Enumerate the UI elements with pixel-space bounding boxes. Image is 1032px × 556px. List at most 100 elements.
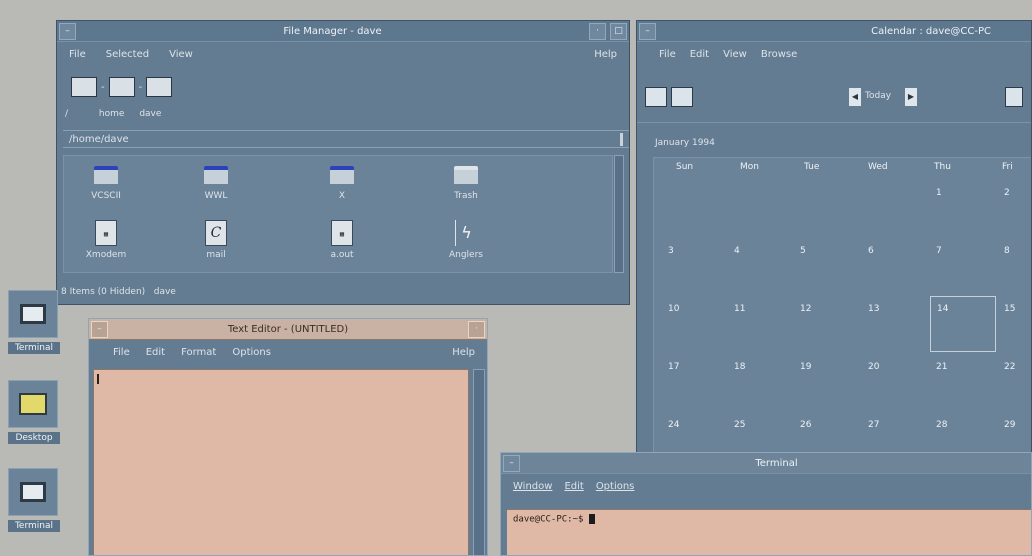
view-icon[interactable] [1005, 87, 1023, 107]
day-cell[interactable]: 28 [936, 420, 947, 430]
day-header-tue: Tue [804, 162, 820, 172]
day-cell[interactable]: 6 [868, 246, 874, 256]
file-item-mail[interactable]: Cmail [176, 220, 256, 260]
window-menu-icon[interactable]: – [639, 22, 656, 40]
window-menu-icon[interactable]: – [59, 22, 76, 40]
day-cell[interactable]: 12 [800, 304, 811, 314]
desktop-icon-desktop[interactable]: Desktop [8, 380, 60, 444]
today-highlight[interactable]: 14 [930, 296, 996, 352]
day-cell[interactable]: 15 [1004, 304, 1015, 314]
file-item-xmodem[interactable]: ▦ Xmodem [66, 220, 146, 260]
window-menu-icon[interactable]: – [503, 454, 520, 472]
today-button[interactable]: Today [865, 91, 891, 101]
window-menu-icon[interactable]: – [91, 320, 108, 338]
file-item-a-out[interactable]: ▦ a.out [302, 220, 382, 260]
menu-edit[interactable]: Edit [690, 49, 709, 60]
terminal-body[interactable]: dave@CC-PC:~$ [507, 509, 1031, 555]
current-path[interactable]: /home/dave [69, 134, 129, 145]
desktop-icon-terminal[interactable]: Terminal [8, 290, 60, 354]
menu-window[interactable]: Window [513, 481, 552, 492]
day-cell[interactable]: 26 [800, 420, 811, 430]
menu-help[interactable]: Help [452, 347, 475, 358]
calendar-menubar: File Edit View Browse [637, 43, 1031, 65]
monitor-icon [20, 304, 46, 324]
home-folder-icon[interactable] [108, 77, 135, 97]
day-cell[interactable]: 4 [734, 246, 740, 256]
file-manager-status: 8 Items (0 Hidden) dave [61, 287, 176, 297]
menu-format[interactable]: Format [181, 347, 216, 358]
desktop-folder-icon [19, 393, 47, 415]
maximize-icon[interactable]: □ [610, 22, 627, 40]
menu-options[interactable]: Options [232, 347, 271, 358]
appointment-icon[interactable] [645, 87, 667, 107]
menu-options[interactable]: Options [596, 481, 635, 492]
prev-arrow-icon[interactable]: ◀ [849, 88, 861, 106]
monitor-icon [20, 482, 46, 502]
root-folder-icon[interactable] [71, 77, 97, 97]
minimize-icon[interactable]: · [589, 22, 606, 40]
day-cell[interactable]: 2 [1004, 188, 1010, 198]
day-cell[interactable]: 17 [668, 362, 679, 372]
file-item-anglers[interactable]: ϟ Anglers [426, 220, 506, 260]
day-cell[interactable]: 29 [1004, 420, 1015, 430]
path-button-dave[interactable]: dave [139, 109, 161, 119]
next-arrow-icon[interactable]: ▶ [905, 88, 917, 106]
day-cell[interactable]: 3 [668, 246, 674, 256]
menu-view[interactable]: View [723, 49, 747, 60]
dave-folder-icon[interactable] [146, 77, 173, 97]
calendar-titlebar[interactable]: – Calendar : dave@CC-PC [637, 21, 1031, 42]
todo-icon[interactable] [671, 87, 693, 107]
day-cell[interactable]: 18 [734, 362, 745, 372]
day-header-sun: Sun [676, 162, 694, 172]
text-editor-titlebar[interactable]: – Text Editor - (UNTITLED) · [89, 319, 487, 340]
day-cell[interactable]: 24 [668, 420, 679, 430]
day-cell[interactable]: 11 [734, 304, 745, 314]
desktop-icon-terminal-2[interactable]: Terminal [8, 468, 60, 532]
file-manager-window: – File Manager - dave · □ File Selected … [56, 20, 630, 305]
file-item-trash[interactable]: Trash [426, 166, 506, 201]
day-cell[interactable]: 13 [868, 304, 879, 314]
executable-icon: ▦ [95, 220, 117, 246]
menu-selected[interactable]: Selected [106, 49, 149, 60]
day-cell[interactable]: 19 [800, 362, 811, 372]
menu-file[interactable]: File [113, 347, 130, 358]
minimize-icon[interactable]: · [468, 320, 485, 338]
file-item-vcscii[interactable]: VCSCII [66, 166, 146, 201]
menu-view[interactable]: View [169, 49, 193, 60]
day-cell[interactable]: 21 [936, 362, 947, 372]
terminal-prompt: dave@CC-PC:~$ [513, 514, 584, 525]
menu-edit[interactable]: Edit [564, 481, 583, 492]
day-cell[interactable]: 25 [734, 420, 745, 430]
day-cell[interactable]: 5 [800, 246, 806, 256]
calendar-month: January 1994 [655, 138, 715, 148]
menu-edit[interactable]: Edit [146, 347, 165, 358]
day-cell[interactable]: 22 [1004, 362, 1015, 372]
day-cell[interactable]: 10 [668, 304, 679, 314]
month-grid: Sun Mon Tue Wed Thu Fri 1 2 3 4 5 6 7 8 … [653, 157, 1031, 459]
text-editor-window: – Text Editor - (UNTITLED) · File Edit F… [88, 318, 488, 556]
file-manager-title: File Manager - dave [283, 25, 382, 37]
path-bar: - - / home dave [65, 71, 625, 123]
path-button-root[interactable]: / [65, 109, 68, 119]
path-button-home[interactable]: home [99, 109, 125, 119]
calendar-title: Calendar : dave@CC-PC [871, 25, 991, 37]
text-editor-body[interactable] [93, 369, 469, 555]
file-manager-menubar: File Selected View Help [57, 43, 629, 65]
text-cursor [97, 374, 99, 384]
menu-help[interactable]: Help [594, 49, 617, 60]
file-manager-titlebar[interactable]: – File Manager - dave · □ [57, 21, 629, 42]
terminal-titlebar[interactable]: – Terminal [501, 453, 1031, 474]
menu-browse[interactable]: Browse [761, 49, 797, 60]
text-editor-scrollbar[interactable] [473, 369, 485, 555]
file-item-wwl[interactable]: WWL [176, 166, 256, 201]
file-list-scrollbar[interactable] [614, 155, 624, 273]
day-cell[interactable]: 8 [1004, 246, 1010, 256]
terminal-menubar: Window Edit Options [501, 475, 1031, 497]
menu-file[interactable]: File [69, 49, 86, 60]
day-cell[interactable]: 27 [868, 420, 879, 430]
file-item-x[interactable]: X [302, 166, 382, 201]
day-cell[interactable]: 7 [936, 246, 942, 256]
menu-file[interactable]: File [659, 49, 676, 60]
day-cell[interactable]: 1 [936, 188, 942, 198]
day-cell[interactable]: 20 [868, 362, 879, 372]
